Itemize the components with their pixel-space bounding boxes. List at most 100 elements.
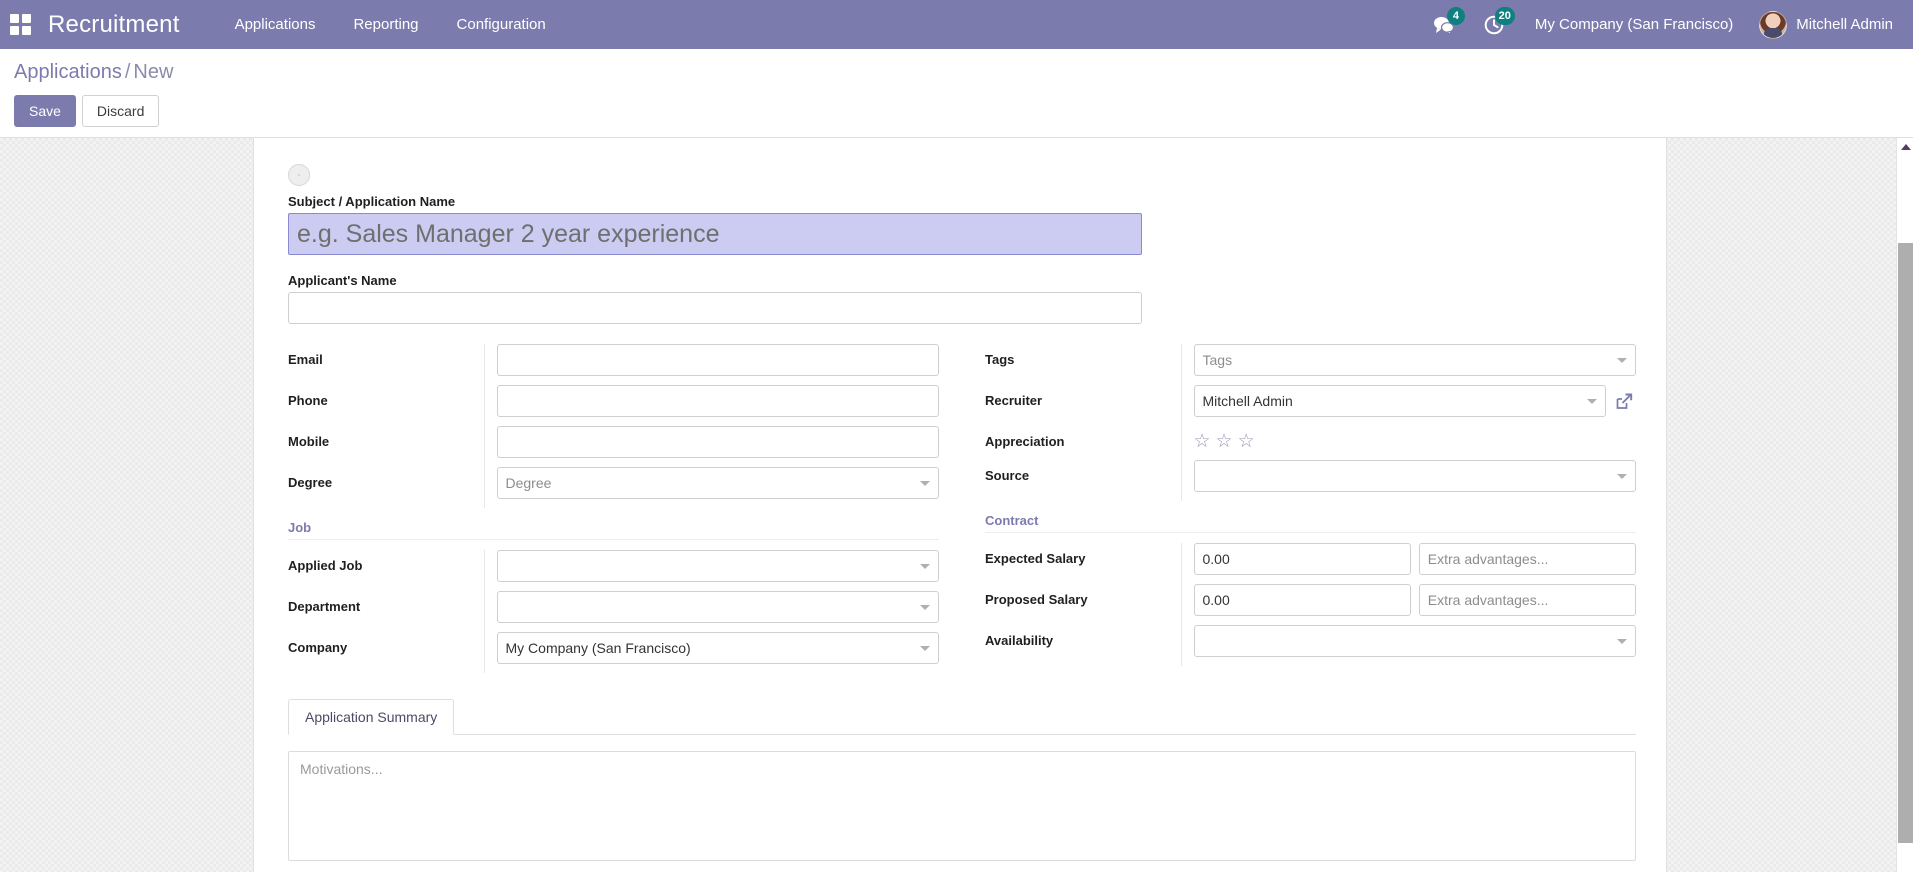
applied-job-select[interactable] (496, 550, 939, 582)
notebook: Application Summary (288, 699, 1636, 866)
form-action-buttons: Save Discard (14, 95, 1913, 127)
activities-count-badge: 20 (1494, 7, 1515, 25)
avatar (1759, 10, 1788, 39)
scroll-up-arrow-icon[interactable] (1897, 138, 1913, 155)
applied-job-label: Applied Job (288, 558, 363, 573)
star-outline-icon[interactable]: ☆ (1238, 432, 1255, 451)
menu-reporting[interactable]: Reporting (334, 0, 437, 49)
top-navbar: Recruitment Applications Reporting Confi… (0, 0, 1913, 49)
phone-field-cell (483, 385, 939, 426)
apps-grid-icon[interactable] (10, 13, 32, 36)
save-button[interactable]: Save (14, 95, 76, 127)
recruiter-label: Recruiter (985, 393, 1043, 408)
expected-salary-input[interactable] (1193, 543, 1411, 575)
mobile-field-cell (483, 426, 939, 467)
tags-input[interactable] (1193, 344, 1636, 376)
menu-applications[interactable]: Applications (216, 0, 335, 49)
control-panel: Applications / New Save Discard (0, 49, 1913, 138)
mobile-input[interactable] (496, 426, 939, 458)
job-field-group: Applied Job Department Company My Compan… (288, 550, 939, 673)
phone-input[interactable] (496, 385, 939, 417)
applicant-name-label: Applicant's Name (288, 273, 397, 288)
right-column: Tags Recruiter (985, 344, 1636, 673)
department-input[interactable] (496, 591, 939, 623)
source-input[interactable] (1193, 460, 1636, 492)
degree-select[interactable] (496, 467, 939, 499)
contract-section-title: Contract (985, 513, 1636, 533)
appreciation-field-cell: ☆ ☆ ☆ (1180, 426, 1637, 460)
vertical-scrollbar[interactable] (1896, 138, 1913, 872)
proposed-salary-field-cell (1180, 584, 1636, 625)
star-outline-icon[interactable]: ☆ (1194, 432, 1211, 451)
discard-button[interactable]: Discard (81, 95, 160, 127)
sheet-scroll-area: Subject / Application Name Applicant's N… (18, 138, 1858, 872)
proposed-salary-input[interactable] (1193, 584, 1411, 616)
department-field-cell (483, 591, 939, 632)
email-label: Email (288, 352, 323, 367)
degree-field-cell (483, 467, 939, 508)
subject-input[interactable] (288, 213, 1142, 255)
degree-input[interactable] (496, 467, 939, 499)
left-column: Email Phone Mobile Degree Degree Job App… (288, 344, 939, 673)
source-label: Source (985, 468, 1030, 483)
external-link-icon[interactable] (1614, 389, 1636, 413)
company-select[interactable] (496, 632, 939, 664)
recruiter-select[interactable] (1193, 385, 1606, 417)
scroll-thumb[interactable] (1898, 243, 1913, 843)
apps-grid-square (10, 13, 19, 23)
breadcrumb-current: New (133, 61, 174, 83)
activities-button[interactable]: 20 (1469, 0, 1519, 49)
availability-input[interactable] (1193, 625, 1636, 657)
breadcrumb: Applications / New (14, 59, 1913, 85)
applicant-name-input[interactable] (288, 292, 1142, 324)
applicant-avatar-placeholder (288, 164, 310, 186)
tab-application-summary[interactable]: Application Summary (288, 699, 455, 735)
expected-salary-field-cell (1180, 543, 1636, 584)
department-select[interactable] (496, 591, 939, 623)
notebook-tabs: Application Summary (288, 699, 1636, 735)
breadcrumb-applications[interactable]: Applications (14, 61, 122, 83)
field-row-appreciation: Appreciation ☆ ☆ ☆ (985, 426, 1636, 460)
field-row-recruiter: Recruiter (985, 385, 1636, 426)
main-field-columns: Email Phone Mobile Degree Degree Job App… (288, 344, 1636, 673)
company-input[interactable] (496, 632, 939, 664)
field-row-mobile: Mobile (288, 426, 939, 467)
proposed-salary-extra-input[interactable] (1418, 584, 1636, 616)
field-row-availability: Availability (985, 625, 1636, 666)
field-row-company: Company (288, 632, 939, 673)
page-body: Subject / Application Name Applicant's N… (0, 138, 1913, 872)
availability-field-cell (1180, 625, 1636, 666)
applied-job-field-cell (483, 550, 939, 591)
form-sheet: Subject / Application Name Applicant's N… (253, 138, 1667, 872)
email-field-cell (483, 344, 939, 385)
user-menu[interactable]: Mitchell Admin (1749, 10, 1899, 39)
motivations-textarea[interactable] (288, 751, 1636, 861)
recruiter-input[interactable] (1193, 385, 1606, 417)
phone-label: Phone (288, 393, 328, 408)
email-input[interactable] (496, 344, 939, 376)
tags-select[interactable] (1193, 344, 1636, 376)
company-field-cell (483, 632, 939, 673)
mobile-label: Mobile (288, 434, 330, 449)
company-switcher[interactable]: My Company (San Francisco) (1519, 16, 1749, 33)
messages-button[interactable]: 4 (1419, 0, 1469, 49)
field-row-phone: Phone (288, 385, 939, 426)
field-row-department: Department (288, 591, 939, 632)
field-row-applied-job: Applied Job (288, 550, 939, 591)
source-select[interactable] (1193, 460, 1636, 492)
menu-configuration[interactable]: Configuration (438, 0, 565, 49)
user-name-label: Mitchell Admin (1796, 16, 1893, 33)
department-label: Department (288, 599, 361, 614)
apps-grid-square (10, 25, 19, 35)
breadcrumb-separator: / (124, 61, 131, 83)
star-outline-icon[interactable]: ☆ (1216, 432, 1233, 451)
field-row-expected-salary: Expected Salary (985, 543, 1636, 584)
field-row-proposed-salary: Proposed Salary (985, 584, 1636, 625)
app-brand-title[interactable]: Recruitment (48, 11, 180, 39)
field-row-tags: Tags (985, 344, 1636, 385)
applied-job-input[interactable] (496, 550, 939, 582)
appreciation-stars[interactable]: ☆ ☆ ☆ (1194, 426, 1637, 451)
availability-select[interactable] (1193, 625, 1636, 657)
expected-salary-extra-input[interactable] (1418, 543, 1636, 575)
tags-field-cell (1180, 344, 1636, 385)
